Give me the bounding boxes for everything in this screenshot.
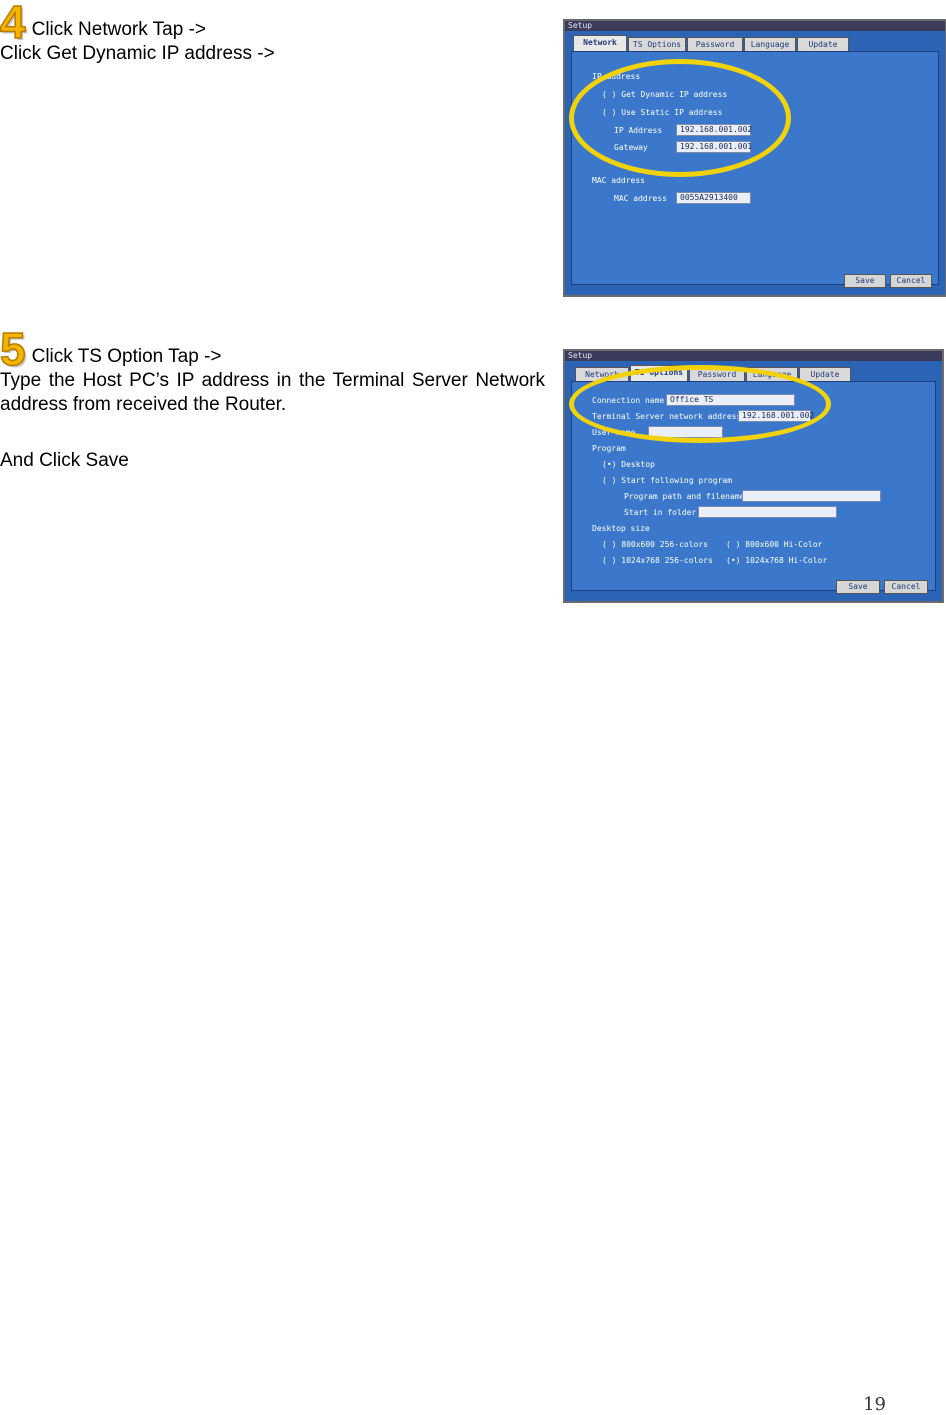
program-path-field[interactable] xyxy=(742,490,881,502)
step-5-line1: Click TS Option Tap -> xyxy=(31,346,222,367)
res-800-256-option[interactable]: ( ) 800x600 256-colors xyxy=(602,540,708,549)
step-4-number: 4 xyxy=(0,0,26,48)
program-section-label: Program xyxy=(592,444,626,453)
cancel-button[interactable]: Cancel xyxy=(884,580,928,594)
tab-network[interactable]: Network xyxy=(573,35,627,52)
res-1024-hicolor-option[interactable]: (•) 1024x768 Hi-Color xyxy=(726,556,827,565)
step-4-line2: Click Get Dynamic IP address -> xyxy=(0,43,275,64)
highlight-circle xyxy=(569,365,831,443)
highlight-circle xyxy=(569,59,791,177)
tab-language[interactable]: Language xyxy=(744,37,796,52)
desktop-size-label: Desktop size xyxy=(592,524,650,533)
tab-bar: Network TS Options Password Language Upd… xyxy=(573,35,937,52)
step-5-number: 5 xyxy=(0,323,26,375)
step-4-line1: Click Network Tap -> xyxy=(31,19,206,40)
mac-address-field: 0055A2913400 xyxy=(676,192,751,204)
res-800-hicolor-option[interactable]: ( ) 800x600 Hi-Color xyxy=(726,540,822,549)
network-tab-screenshot: Setup Network TS Options Password Langua… xyxy=(563,19,946,297)
page-number: 19 xyxy=(863,1394,886,1415)
tab-update[interactable]: Update xyxy=(799,367,851,382)
mac-address-label: MAC address xyxy=(614,194,667,203)
tab-password[interactable]: Password xyxy=(687,37,743,52)
window-title: Setup xyxy=(565,351,942,361)
step-4-text: 4 Click Network Tap -> Click Get Dynamic… xyxy=(0,0,545,66)
save-button[interactable]: Save xyxy=(836,580,880,594)
cancel-button[interactable]: Cancel xyxy=(890,274,932,288)
save-button[interactable]: Save xyxy=(844,274,886,288)
start-in-folder-label: Start in folder xyxy=(624,508,697,517)
mac-section-label: MAC address xyxy=(592,176,645,185)
window-title: Setup xyxy=(565,21,945,31)
tab-update[interactable]: Update xyxy=(797,37,849,52)
step-5-text: 5 Click TS Option Tap -> Type the Host P… xyxy=(0,323,545,473)
desktop-option[interactable]: (•) Desktop xyxy=(602,460,655,469)
ts-options-tab-screenshot: Setup Network TS Options Password Langua… xyxy=(563,349,944,603)
tab-ts-options[interactable]: TS Options xyxy=(628,37,686,52)
start-in-folder-field[interactable] xyxy=(698,506,837,518)
program-path-label: Program path and filename xyxy=(624,492,745,501)
step-5-paragraph: Type the Host PC’s IP address in the Ter… xyxy=(0,370,545,415)
start-following-program-option[interactable]: ( ) Start following program xyxy=(602,476,732,485)
step-5-save-instruction: And Click Save xyxy=(0,450,129,471)
res-1024-256-option[interactable]: ( ) 1024x768 256-colors xyxy=(602,556,713,565)
